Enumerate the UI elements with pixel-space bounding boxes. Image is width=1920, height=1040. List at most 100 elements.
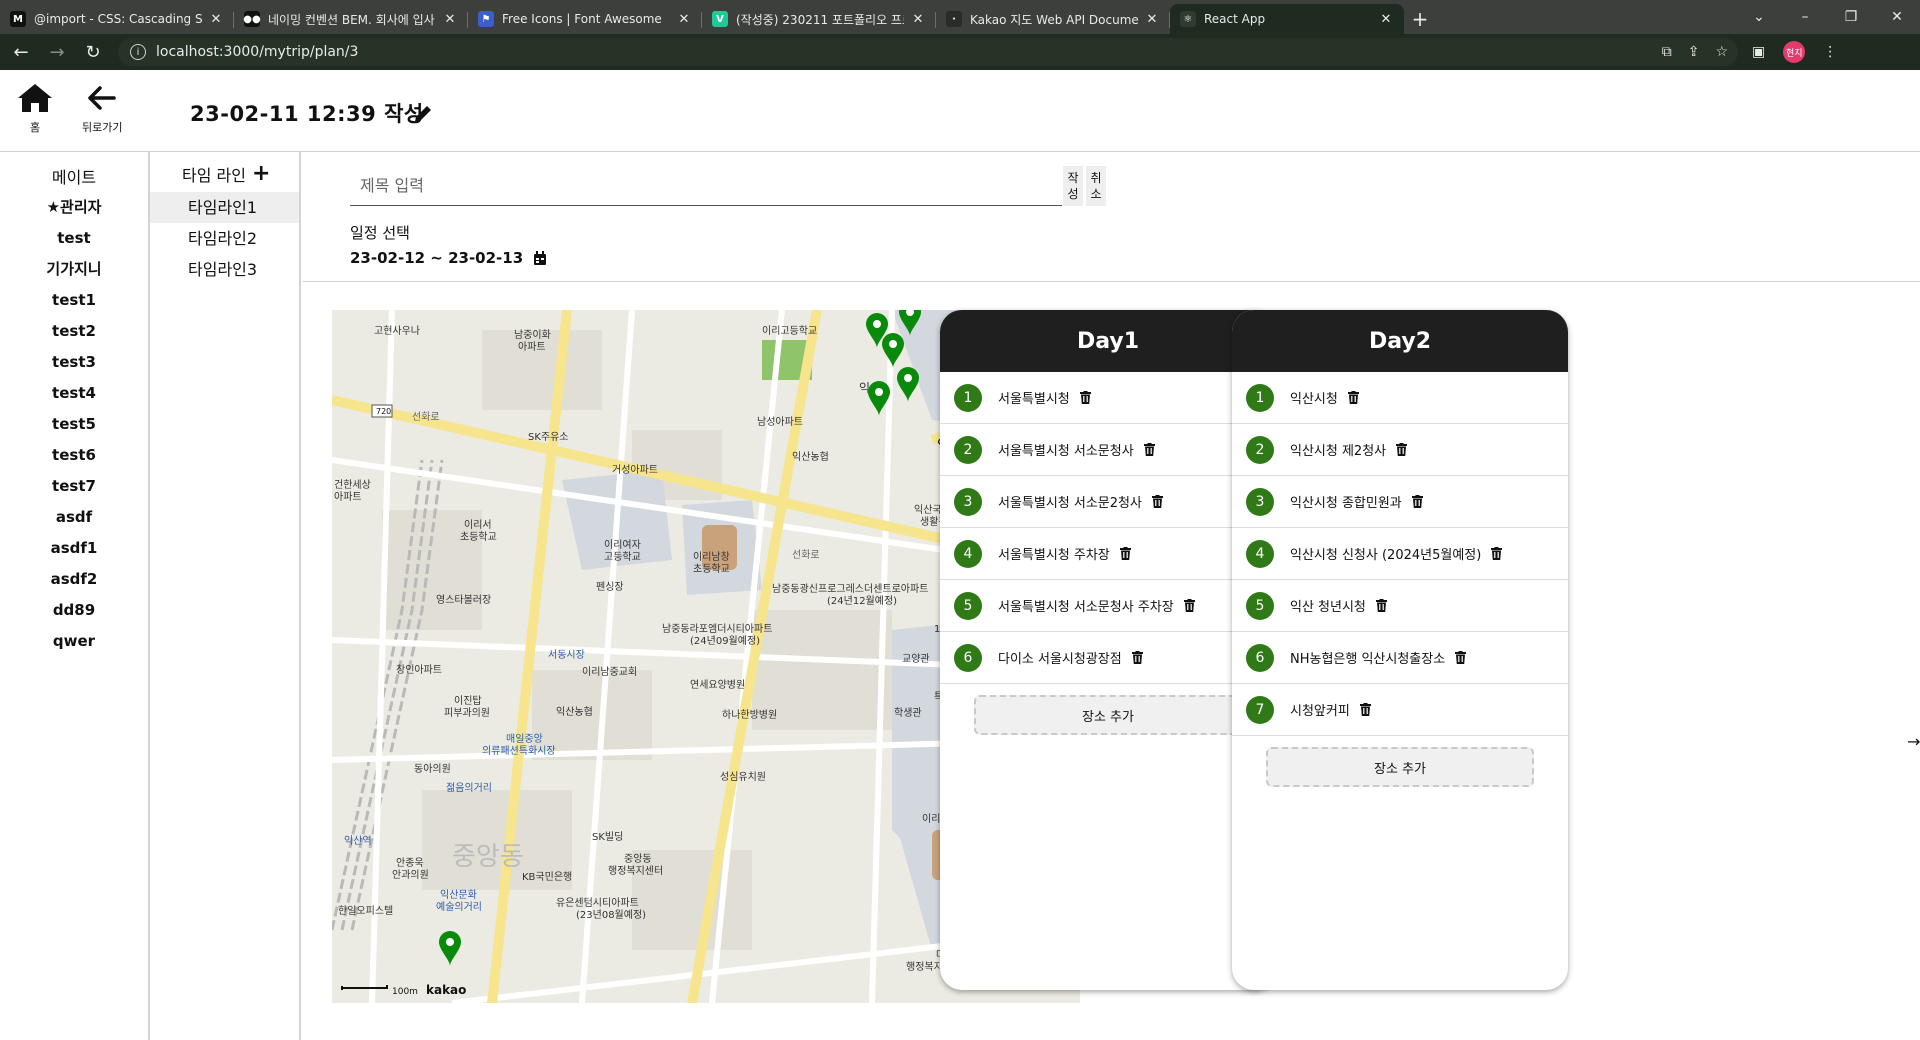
mate-item[interactable]: test4 [0, 378, 148, 409]
itinerary-stop[interactable]: 6 다이소 서울시청광장점 [940, 632, 1276, 684]
bookmark-star-icon[interactable]: ☆ [1715, 44, 1728, 60]
browser-tab[interactable]: M @import - CSS: Cascading Style ✕ [0, 4, 234, 34]
itinerary-stop[interactable]: 2 서울특별시청 서소문청사 [940, 424, 1276, 476]
svg-text:남중동라포엠더시티아파트: 남중동라포엠더시티아파트 [662, 623, 772, 635]
date-range: 23-02-12 ~ 23-02-13 [350, 249, 524, 267]
itinerary-stop[interactable]: 7 시청앞커피 [1232, 684, 1568, 736]
trash-icon[interactable] [1396, 443, 1408, 456]
itinerary-stop[interactable]: 2 익산시청 제2청사 [1232, 424, 1568, 476]
trash-icon[interactable] [1491, 547, 1503, 560]
add-place-button[interactable]: 장소 추가 [974, 695, 1242, 735]
trash-icon[interactable] [1359, 703, 1371, 716]
close-tab-icon[interactable]: ✕ [676, 12, 692, 27]
mate-item-admin[interactable]: ★관리자 [0, 192, 148, 223]
tab-title: Kakao 지도 Web API Document [970, 12, 1138, 27]
itinerary-stop[interactable]: 1 익산시청 [1232, 372, 1568, 424]
trash-icon[interactable] [1131, 651, 1143, 664]
write-button[interactable]: 작성 [1063, 166, 1083, 206]
trash-icon[interactable] [1151, 495, 1163, 508]
reload-icon[interactable]: ↻ [78, 37, 108, 67]
timeline-item[interactable]: 타임라인2 [150, 223, 299, 254]
svg-text:매일중앙: 매일중앙 [506, 733, 543, 745]
mate-item[interactable]: qwer [0, 626, 148, 657]
back-button[interactable]: 뒤로가기 [82, 82, 122, 135]
close-tab-icon[interactable]: ✕ [1144, 12, 1160, 27]
velog-icon: ●● [243, 11, 261, 27]
trash-icon[interactable] [1119, 547, 1131, 560]
close-tab-icon[interactable]: ✕ [208, 12, 224, 27]
itinerary-stop[interactable]: 6 NH농협은행 익산시청출장소 [1232, 632, 1568, 684]
close-tab-icon[interactable]: ✕ [1378, 12, 1394, 27]
svg-text:예술의거리: 예술의거리 [436, 901, 482, 913]
profile-avatar[interactable]: 현지 [1783, 41, 1806, 63]
browser-tab[interactable]: · Kakao 지도 Web API Document ✕ [936, 4, 1170, 34]
trash-icon[interactable] [1455, 651, 1467, 664]
tab-title: 네이밍 컨벤션 BEM. 회사에 입사 [268, 12, 435, 27]
site-info-icon[interactable]: i [130, 44, 146, 60]
mate-item[interactable]: asdf [0, 502, 148, 533]
timeline-item[interactable]: 타임라인3 [150, 254, 299, 285]
svg-text:연세요양병원: 연세요양병원 [690, 679, 745, 691]
sidepanel-icon[interactable]: ▣ [1752, 44, 1765, 60]
schedule-picker[interactable]: 23-02-12 ~ 23-02-13 [350, 249, 547, 267]
mate-item[interactable]: test1 [0, 285, 148, 316]
trash-icon[interactable] [1079, 391, 1091, 404]
schedule-label: 일정 선택 [350, 224, 410, 242]
page-header: 홈 뒤로가기 23-02-11 12:39 작성 [0, 70, 1920, 152]
back-nav-icon[interactable]: ← [6, 37, 36, 67]
trash-icon[interactable] [1143, 443, 1155, 456]
svg-text:(24년09월예정): (24년09월예정) [690, 635, 760, 647]
itinerary-stop[interactable]: 5 익산 청년시청 [1232, 580, 1568, 632]
tab-search-icon[interactable]: ⌄ [1736, 0, 1782, 34]
next-day-button[interactable]: → [1907, 732, 1920, 751]
svg-text:이진탑: 이진탑 [454, 695, 482, 707]
mate-admin-label: 관리자 [60, 198, 102, 216]
kakao-logo: kakao [426, 983, 466, 997]
restore-icon[interactable]: ❐ [1828, 0, 1874, 34]
add-place-button[interactable]: 장소 추가 [1266, 747, 1534, 787]
url-field[interactable]: i localhost:3000/mytrip/plan/3 ⧉ ⇪ ☆ [118, 38, 1738, 66]
close-window-icon[interactable]: ✕ [1874, 0, 1920, 34]
forward-nav-icon[interactable]: → [42, 37, 72, 67]
home-button[interactable]: 홈 [16, 82, 54, 135]
mate-item[interactable]: 기가지니 [0, 254, 148, 285]
itinerary-stop[interactable]: 3 익산시청 종합민원과 [1232, 476, 1568, 528]
translate-icon[interactable]: ⧉ [1662, 44, 1672, 60]
mate-item[interactable]: test2 [0, 316, 148, 347]
close-tab-icon[interactable]: ✕ [910, 12, 926, 27]
trash-icon[interactable] [1375, 599, 1387, 612]
mate-item[interactable]: test [0, 223, 148, 254]
cancel-button[interactable]: 취소 [1086, 166, 1106, 206]
mate-item[interactable]: test3 [0, 347, 148, 378]
menu-kebab-icon[interactable]: ⋮ [1823, 44, 1837, 60]
mate-item[interactable]: dd89 [0, 595, 148, 626]
title-input[interactable] [350, 166, 1062, 206]
browser-tab[interactable]: V (작성중) 230211 포트폴리오 프로 ✕ [702, 4, 936, 34]
timeline-item[interactable]: 타임라인1 [150, 192, 299, 223]
trash-icon[interactable] [1347, 391, 1359, 404]
timeline-list: 타임라인1 타임라인2 타임라인3 [150, 192, 299, 285]
pen-edit-icon[interactable] [412, 103, 434, 125]
browser-tab[interactable]: ●● 네이밍 컨벤션 BEM. 회사에 입사 ✕ [234, 4, 468, 34]
mate-item[interactable]: test7 [0, 471, 148, 502]
itinerary-stop[interactable]: 3 서울특별시청 서소문2청사 [940, 476, 1276, 528]
trash-icon[interactable] [1183, 599, 1195, 612]
minimize-icon[interactable]: – [1782, 0, 1828, 34]
calendar-icon[interactable] [533, 250, 547, 266]
close-tab-icon[interactable]: ✕ [442, 12, 458, 27]
browser-tab[interactable]: ⚛ React App ✕ [1170, 4, 1404, 34]
mate-item[interactable]: test6 [0, 440, 148, 471]
svg-text:고등학교: 고등학교 [604, 551, 641, 563]
itinerary-stop[interactable]: 1 서울특별시청 [940, 372, 1276, 424]
mate-item[interactable]: asdf2 [0, 564, 148, 595]
new-tab-button[interactable]: + [1404, 4, 1436, 34]
add-timeline-icon[interactable]: + [252, 163, 270, 185]
mate-item[interactable]: test5 [0, 409, 148, 440]
mate-item[interactable]: asdf1 [0, 533, 148, 564]
itinerary-stop[interactable]: 4 서울특별시청 주차장 [940, 528, 1276, 580]
share-icon[interactable]: ⇪ [1688, 44, 1700, 60]
browser-tab[interactable]: ⚑ Free Icons | Font Awesome ✕ [468, 4, 702, 34]
trash-icon[interactable] [1411, 495, 1423, 508]
itinerary-stop[interactable]: 4 익산시청 신청사 (2024년5월예정) [1232, 528, 1568, 580]
itinerary-stop[interactable]: 5 서울특별시청 서소문청사 주차장 [940, 580, 1276, 632]
